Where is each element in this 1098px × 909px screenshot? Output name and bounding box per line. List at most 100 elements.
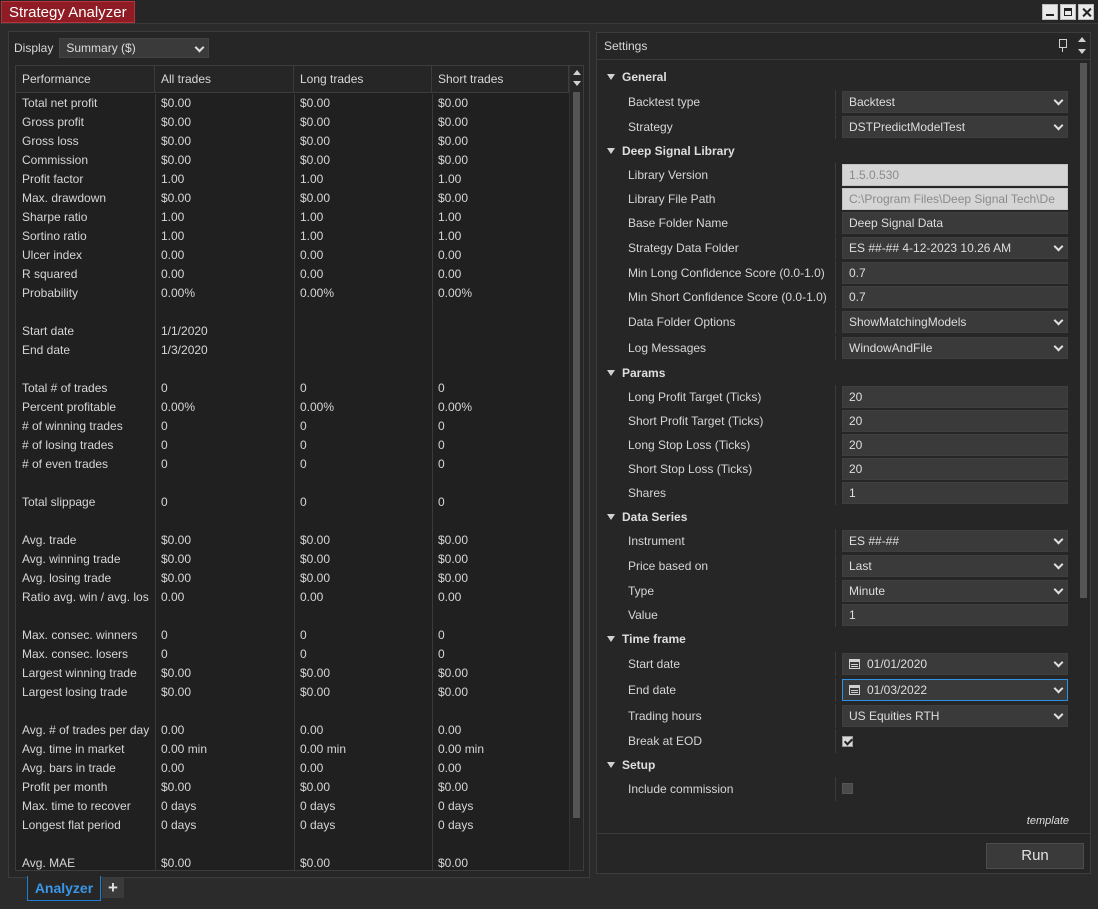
- table-row: Max. consec. winners 0 0 0: [16, 626, 569, 645]
- log-messages-select[interactable]: WindowAndFile: [842, 337, 1068, 359]
- section-setup[interactable]: Setup: [605, 755, 655, 775]
- table-row: Max. time to recover 0 days 0 days 0 days: [16, 797, 569, 816]
- table-row: [16, 835, 569, 854]
- grid-scrollbar[interactable]: [569, 66, 583, 870]
- add-tab-button[interactable]: +: [102, 878, 124, 898]
- min-long-confidence-input[interactable]: 0.7: [842, 262, 1068, 284]
- price-based-on-select[interactable]: Last: [842, 555, 1068, 577]
- metric-name: Gross profit: [22, 115, 85, 129]
- all-trades-value: 0: [161, 495, 168, 509]
- property-divider: [835, 336, 836, 360]
- short-stop-loss-input[interactable]: 20: [842, 458, 1068, 480]
- settings-header-scroll[interactable]: [1077, 36, 1087, 58]
- scroll-up-icon[interactable]: [573, 70, 581, 75]
- strategy-data-folder-select[interactable]: ES ##-## 4-12-2023 10.26 AM: [842, 237, 1068, 259]
- settings-scrollbar[interactable]: [1077, 61, 1089, 833]
- table-row: Sharpe ratio 1.00 1.00 1.00: [16, 208, 569, 227]
- metric-name: Ulcer index: [22, 248, 83, 262]
- data-folder-options-select[interactable]: ShowMatchingModels: [842, 311, 1068, 333]
- long-trades-value: $0.00: [300, 552, 331, 566]
- long-trades-value: 1.00: [300, 210, 324, 224]
- short-trades-value: $0.00: [438, 856, 469, 870]
- all-trades-value: 0.00 min: [161, 742, 208, 756]
- all-trades-value: [155, 607, 294, 626]
- display-label: Display: [14, 41, 54, 55]
- short-trades-value: [432, 322, 569, 341]
- all-trades-value: 0: [161, 419, 168, 433]
- scroll-thumb[interactable]: [573, 92, 580, 818]
- scroll-thumb[interactable]: [1080, 63, 1087, 598]
- end-date-picker[interactable]: 01/03/2022: [842, 679, 1068, 701]
- metric-name: Max. time to recover: [22, 799, 131, 813]
- long-trades-value: $0.00: [300, 533, 331, 547]
- short-trades-value: 1.00: [438, 229, 462, 243]
- template-link[interactable]: template: [1027, 815, 1069, 827]
- minimize-icon[interactable]: [1042, 4, 1058, 20]
- property-divider: [835, 579, 836, 603]
- maximize-icon[interactable]: [1060, 4, 1076, 20]
- long-profit-target-input[interactable]: 20: [842, 386, 1068, 408]
- column-header-long-trades[interactable]: Long trades: [294, 66, 432, 92]
- base-folder-name-input[interactable]: Deep Signal Data: [842, 212, 1068, 234]
- settings-title: Settings: [604, 39, 648, 53]
- column-header-performance[interactable]: Performance: [16, 66, 155, 92]
- display-select[interactable]: Summary ($): [59, 38, 210, 58]
- type-select[interactable]: Minute: [842, 580, 1068, 602]
- metric-name: Ratio avg. win / avg. los: [22, 590, 149, 604]
- section-deep-signal-library[interactable]: Deep Signal Library: [605, 141, 735, 161]
- table-row: # of winning trades 0 0 0: [16, 417, 569, 436]
- metric-name: Probability: [22, 286, 79, 300]
- metric-name: [16, 835, 155, 854]
- short-trades-value: 0.00%: [438, 400, 473, 414]
- close-icon[interactable]: [1078, 4, 1094, 20]
- scroll-down-icon[interactable]: [573, 81, 581, 86]
- all-trades-value: $0.00: [161, 96, 192, 110]
- section-data-series[interactable]: Data Series: [605, 507, 687, 527]
- break-at-eod-checkbox[interactable]: [842, 736, 853, 747]
- start-date-picker[interactable]: 01/01/2020: [842, 653, 1068, 675]
- shares-input[interactable]: 1: [842, 482, 1068, 504]
- section-general[interactable]: General: [605, 67, 667, 87]
- include-commission-checkbox[interactable]: [842, 783, 853, 794]
- scroll-up-icon[interactable]: [1078, 37, 1086, 42]
- label-instrument: Instrument: [628, 534, 685, 548]
- backtest-type-select[interactable]: Backtest: [842, 91, 1068, 113]
- short-trades-value: 0.00: [438, 723, 462, 737]
- scroll-down-icon[interactable]: [1078, 49, 1086, 54]
- trading-hours-select[interactable]: US Equities RTH: [842, 705, 1068, 727]
- long-stop-loss-input[interactable]: 20: [842, 434, 1068, 456]
- all-trades-value: $0.00: [161, 191, 192, 205]
- metric-name: Profit per month: [22, 780, 108, 794]
- instrument-select[interactable]: ES ##-##: [842, 530, 1068, 552]
- long-trades-value: 0: [300, 381, 307, 395]
- long-trades-value: 0: [300, 628, 307, 642]
- label-type: Type: [628, 584, 655, 598]
- short-profit-target-input[interactable]: 20: [842, 410, 1068, 432]
- table-row: Avg. bars in trade 0.00 0.00 0.00: [16, 759, 569, 778]
- run-button[interactable]: Run: [986, 843, 1084, 869]
- short-trades-value: $0.00: [438, 134, 469, 148]
- long-trades-value: [294, 303, 432, 322]
- title-bar: Strategy Analyzer: [0, 0, 1098, 24]
- value-input[interactable]: 1: [842, 604, 1068, 626]
- min-short-confidence-input[interactable]: 0.7: [842, 286, 1068, 308]
- metric-name: Avg. MAE: [22, 856, 76, 870]
- column-header-all-trades[interactable]: All trades: [155, 66, 294, 92]
- all-trades-value: 0: [161, 381, 168, 395]
- long-trades-value: [294, 702, 432, 721]
- tab-analyzer[interactable]: Analyzer: [27, 876, 101, 901]
- metric-name: Max. consec. losers: [22, 647, 129, 661]
- long-trades-value: 0.00: [300, 723, 324, 737]
- property-divider: [835, 457, 836, 481]
- metric-name: Profit factor: [22, 172, 84, 186]
- column-header-short-trades[interactable]: Short trades: [432, 66, 569, 92]
- table-row: Profit factor 1.00 1.00 1.00: [16, 170, 569, 189]
- section-params[interactable]: Params: [605, 363, 665, 383]
- backtest-type-value: Backtest: [849, 95, 896, 109]
- pin-icon[interactable]: [1058, 39, 1067, 52]
- table-row: Max. drawdown $0.00 $0.00 $0.00: [16, 189, 569, 208]
- section-time-frame[interactable]: Time frame: [605, 629, 686, 649]
- strategy-select[interactable]: DSTPredictModelTest: [842, 116, 1068, 138]
- property-divider: [835, 261, 836, 285]
- all-trades-value: 0.00%: [161, 286, 196, 300]
